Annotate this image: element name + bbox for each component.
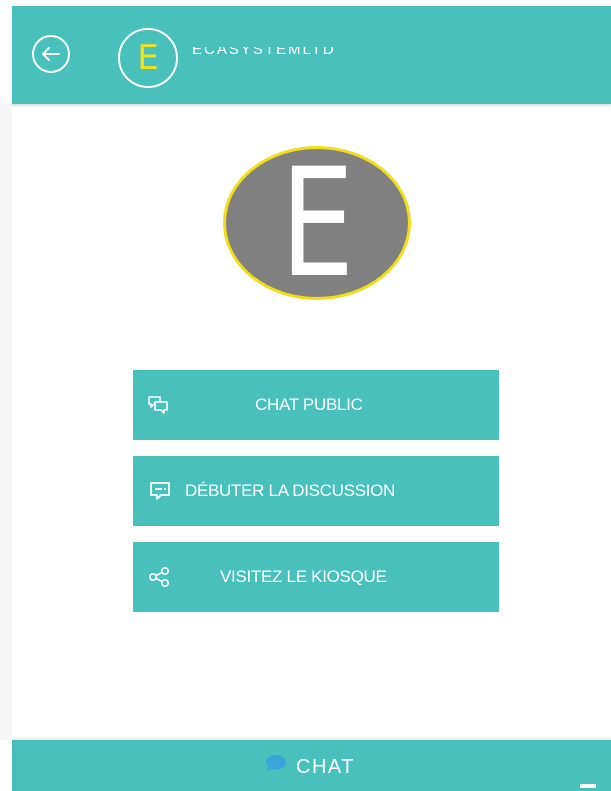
- chat-public-label: CHAT PUBLIC: [255, 395, 363, 414]
- header-bar: E ECASYSTEMLTD: [12, 6, 611, 104]
- message-icon: [150, 482, 170, 500]
- chat-widget: E ECASYSTEMLTD E CHAT PUBLIC DÉBUTER LA …: [0, 0, 611, 791]
- minimize-icon: [580, 784, 596, 788]
- chat-public-button[interactable]: CHAT PUBLIC: [133, 370, 499, 440]
- profile-avatar: E: [223, 146, 411, 300]
- header-avatar-letter: E: [137, 38, 159, 78]
- chat-bubble-icon: [266, 755, 286, 771]
- header-avatar: E: [118, 28, 178, 88]
- back-button[interactable]: [32, 35, 70, 73]
- profile-avatar-letter: E: [280, 146, 354, 300]
- chat-bubbles-icon: [148, 396, 168, 414]
- edge-strip: [0, 104, 12, 740]
- chat-footer-label: CHAT: [296, 756, 355, 778]
- visit-kiosk-button[interactable]: VISITEZ LE KIOSQUE: [133, 542, 499, 612]
- share-icon: [148, 566, 170, 588]
- start-discussion-label: DÉBUTER LA DISCUSSION: [185, 481, 396, 500]
- exhibitor-name: ECASYSTEMLTD: [192, 42, 336, 58]
- minimize-button[interactable]: [579, 764, 597, 788]
- visit-kiosk-label: VISITEZ LE KIOSQUE: [220, 567, 387, 586]
- chat-footer-bar[interactable]: CHAT: [12, 740, 611, 791]
- arrow-left-icon: [42, 47, 60, 61]
- start-discussion-button[interactable]: DÉBUTER LA DISCUSSION: [133, 456, 499, 526]
